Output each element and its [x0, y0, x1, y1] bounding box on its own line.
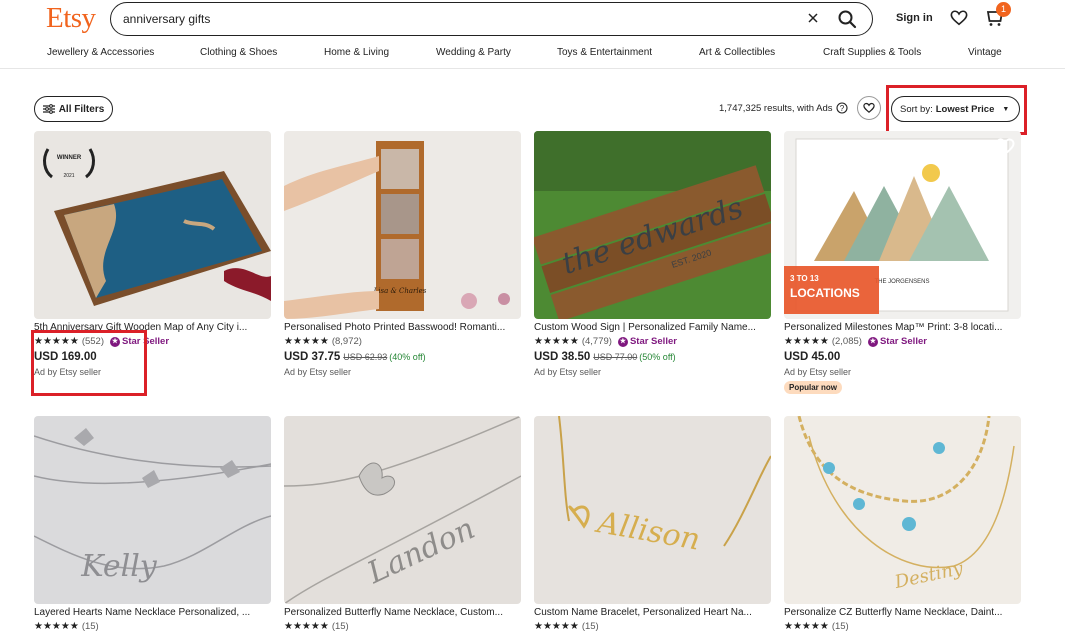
listing-title[interactable]: Personalised Photo Printed Basswood! Rom…: [284, 322, 521, 333]
search-bar[interactable]: [110, 2, 873, 36]
star-seller-badge: ★ Star Seller: [617, 336, 677, 347]
listing-price: USD 38.50: [534, 351, 591, 363]
nav-item-home[interactable]: Home & Living: [324, 47, 389, 58]
favorite-heart-icon[interactable]: [995, 137, 1015, 157]
listing-image[interactable]: WINNER 2021: [34, 131, 271, 319]
price-row: USD 45.00: [784, 351, 1021, 363]
listing-title[interactable]: Custom Wood Sign | Personalized Family N…: [534, 322, 771, 333]
nav-item-clothing[interactable]: Clothing & Shoes: [200, 47, 277, 58]
listing-image[interactable]: Landon: [284, 416, 521, 604]
listing-title[interactable]: Layered Hearts Name Necklace Personalize…: [34, 607, 271, 618]
listing-image[interactable]: Allison: [534, 416, 771, 604]
nav-item-wedding[interactable]: Wedding & Party: [436, 47, 511, 58]
review-count: (15): [831, 621, 849, 632]
category-nav: Jewellery & Accessories Clothing & Shoes…: [0, 45, 1065, 69]
promo-range-text: 3 TO 13: [790, 274, 819, 283]
star-seller-label: Star Seller: [879, 336, 927, 347]
listing-title[interactable]: Custom Name Bracelet, Personalized Heart…: [534, 607, 771, 618]
listing-rating: ★★★★★ (15): [284, 621, 521, 632]
listing-card[interactable]: Landon Personalized Butterfly Name Neckl…: [284, 416, 521, 632]
info-icon[interactable]: ?: [836, 102, 848, 114]
search-input[interactable]: [123, 10, 773, 28]
svg-text:?: ?: [840, 104, 845, 113]
listing-card[interactable]: Destiny Personalize CZ Butterfly Name Ne…: [784, 416, 1021, 632]
review-count: (15): [331, 621, 349, 632]
ad-label: Ad by Etsy seller: [284, 367, 352, 377]
nav-item-vintage[interactable]: Vintage: [968, 47, 1002, 58]
review-count: (15): [81, 621, 99, 632]
listing-card[interactable]: the edwards EST. 2020 Custom Wood Sign |…: [534, 131, 771, 377]
listing-card[interactable]: Kelly Layered Hearts Name Necklace Perso…: [34, 416, 271, 632]
board-text: Lisa & Charles: [373, 287, 427, 295]
heart-icon: [863, 102, 875, 113]
nav-item-toys[interactable]: Toys & Entertainment: [557, 47, 652, 58]
review-count: (2,085): [831, 336, 862, 347]
listing-image[interactable]: the edwards EST. 2020: [534, 131, 771, 319]
listing-card[interactable]: THE JORGENSENS 3 TO 13 LOCATIONS Persona…: [784, 131, 1021, 395]
sign-in-link[interactable]: Sign in: [896, 12, 933, 24]
save-search-button[interactable]: [857, 96, 881, 120]
necklace-name-text: Kelly: [80, 549, 158, 584]
sort-highlight-box: [886, 85, 1027, 135]
original-price: USD 77.00: [593, 352, 638, 362]
listing-card[interactable]: Lisa & Charles Personalised Photo Printe…: [284, 131, 521, 377]
favorites-heart-icon[interactable]: [950, 9, 968, 27]
listing-title[interactable]: Personalized Milestones Map™ Print: 3-8 …: [784, 322, 1021, 333]
rating-stars: ★★★★★: [784, 621, 829, 632]
filter-sliders-icon: [42, 104, 55, 114]
listing-rating: ★★★★★ (4,779) ★ Star Seller: [534, 336, 771, 347]
listing-rating: ★★★★★ (8,972): [284, 336, 521, 347]
listing-card[interactable]: Allison Custom Name Bracelet, Personaliz…: [534, 416, 771, 632]
cart-count-badge: 1: [996, 2, 1011, 17]
listing-image[interactable]: THE JORGENSENS 3 TO 13 LOCATIONS: [784, 131, 1021, 319]
nav-item-jewellery[interactable]: Jewellery & Accessories: [47, 47, 154, 58]
listing-rating: ★★★★★ (15): [784, 621, 1021, 632]
promo-locations-text: LOCATIONS: [790, 286, 860, 300]
discount-label: (40% off): [389, 352, 426, 362]
review-count: (15): [581, 621, 599, 632]
listing-rating: ★★★★★ (15): [534, 621, 771, 632]
original-price: USD 62.93: [343, 352, 388, 362]
listing-price: USD 37.75: [284, 351, 341, 363]
nav-item-art[interactable]: Art & Collectibles: [699, 47, 775, 58]
rating-stars: ★★★★★: [284, 621, 329, 632]
discount-label: (50% off): [639, 352, 676, 362]
listing-image[interactable]: Lisa & Charles: [284, 131, 521, 319]
ad-label: Ad by Etsy seller: [784, 367, 852, 377]
review-count: (8,972): [331, 336, 362, 347]
nav-item-craft[interactable]: Craft Supplies & Tools: [823, 47, 921, 58]
results-count: 1,747,325 results, with Ads: [719, 103, 833, 114]
all-filters-label: All Filters: [58, 103, 105, 115]
rating-stars: ★★★★★: [784, 336, 829, 347]
rating-stars: ★★★★★: [284, 336, 329, 347]
rating-stars: ★★★★★: [534, 621, 579, 632]
popular-now-badge: Popular now: [784, 381, 842, 394]
review-count: (4,779): [581, 336, 612, 347]
search-icon[interactable]: [837, 9, 857, 29]
price-row: USD 38.50 USD 77.00 (50% off): [534, 351, 771, 363]
star-seller-badge: ★ Star Seller: [867, 336, 927, 347]
listing-rating: ★★★★★ (15): [34, 621, 271, 632]
award-winner-text: WINNER: [57, 155, 82, 161]
all-filters-button[interactable]: All Filters: [34, 96, 113, 122]
close-icon[interactable]: [805, 10, 821, 26]
ad-label: Ad by Etsy seller: [534, 367, 602, 377]
etsy-logo[interactable]: Etsy: [46, 2, 96, 35]
listing-title[interactable]: Personalized Butterfly Name Necklace, Cu…: [284, 607, 521, 618]
rating-stars: ★★★★★: [534, 336, 579, 347]
print-family-name: THE JORGENSENS: [874, 279, 929, 285]
listing-image[interactable]: Kelly: [34, 416, 271, 604]
listing-price: USD 45.00: [784, 351, 841, 363]
listing-rating: ★★★★★ (2,085) ★ Star Seller: [784, 336, 1021, 347]
price-highlight-box: [31, 330, 147, 396]
star-seller-icon: ★: [867, 336, 878, 347]
listing-image[interactable]: Destiny: [784, 416, 1021, 604]
rating-stars: ★★★★★: [34, 621, 79, 632]
star-seller-label: Star Seller: [629, 336, 677, 347]
listing-title[interactable]: Personalize CZ Butterfly Name Necklace, …: [784, 607, 1021, 618]
star-seller-icon: ★: [617, 336, 628, 347]
price-row: USD 37.75 USD 62.93 (40% off): [284, 351, 521, 363]
award-year-text: 2021: [63, 173, 74, 179]
